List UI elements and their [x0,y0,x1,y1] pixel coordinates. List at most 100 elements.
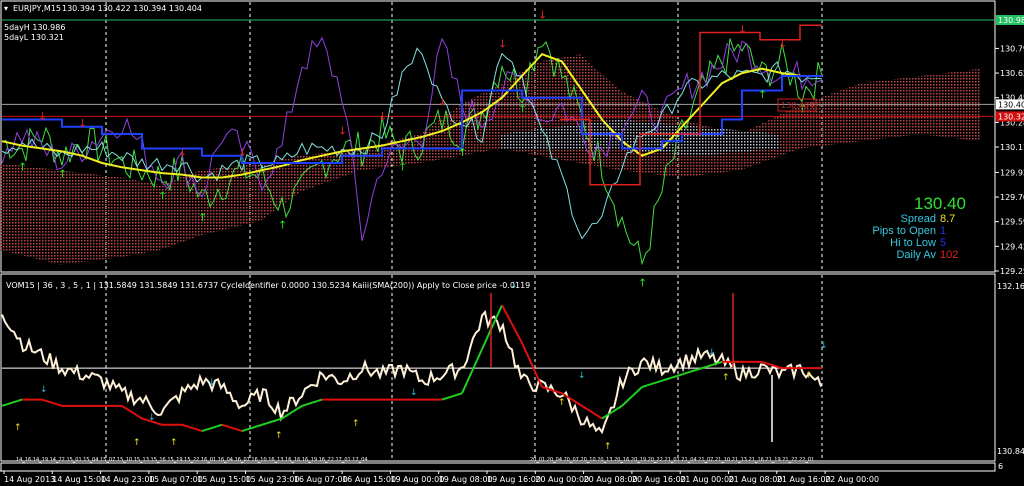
line-cycle-identifier [616,405,623,410]
line-cycle-identifier [466,370,473,383]
sell-arrow-icon: ↓ [438,95,447,108]
info-row: Spread 8.7 [901,213,966,225]
ohlc-header: 130.394 130.422 130.394 130.404 [62,4,202,13]
line-cycle-identifier [451,393,458,398]
buy-arrow-icon: ↑ [18,160,27,173]
buy-arrow-icon: ↑ [58,168,67,181]
axis-label: 129.935 [1000,168,1024,177]
line-cycle-identifier [131,411,138,417]
line-cycle-identifier [191,426,198,431]
info-value: 5 [940,237,947,249]
line-cycle-identifier [456,392,463,396]
axis-label: 130.620 [1000,69,1024,78]
line-cycle-identifier [311,400,318,404]
line-cycle-identifier [56,403,63,407]
up-arrow-icon: ↑ [352,419,360,429]
bar-time-labels-2: 20_01 20_04 20_07 20_10 20_13 20_16 20_1… [530,457,814,463]
third-pane-label: 6 [998,462,1003,471]
time-label: 22 Aug 00:00 [825,475,879,484]
line-cycle-identifier [596,414,603,420]
buy-arrow-icon: ↑ [278,218,287,231]
line-cycle-identifier [521,342,528,355]
time-label: 14 Aug 15:00 [52,475,106,484]
line-cycle-identifier [591,411,598,417]
sell-arrow-icon: ↓ [338,124,347,137]
line-cycle-identifier [291,408,298,414]
line-cycle-identifier [156,422,163,426]
time-label: 19 Aug 08:00 [439,475,493,484]
sell-arrow-icon: ↓ [178,146,187,159]
line-cycle-identifier [641,384,648,388]
line-cycle-identifier [1,403,8,407]
line-cycle-identifier [661,378,668,382]
line-vom [1,309,822,435]
down-arrow-icon: ↓ [708,348,716,358]
symbol-header-arrow[interactable]: ▾ [4,4,8,13]
line-cycle-identifier [511,323,518,334]
down-arrow-icon: ↓ [820,341,828,351]
line-cycle-identifier [301,403,308,407]
time-label: 19 Aug 16:00 [487,475,541,484]
time-label: 15 Aug 07:00 [149,475,203,484]
info-label: Hi to Low [890,237,936,249]
down-arrow-icon: ↓ [208,378,216,388]
axis-label: 130.790 [1000,44,1024,53]
buy-arrow-icon: ↑ [398,160,407,173]
sell-arrow-icon: ↓ [778,37,787,50]
buy-arrow-icon: ↑ [158,189,167,202]
line-cycle-identifier [666,376,673,381]
ichimoku-cloud [0,54,980,265]
buy-arrow-icon: ↑ [758,88,767,101]
line-cycle-identifier [241,428,248,433]
price-marker-label: 130.321 [998,112,1024,121]
line-cycle-identifier [121,405,128,410]
sell-arrow-icon: ↓ [238,146,247,159]
line-cycle-identifier [196,428,203,433]
price-marker-label: 130.404 [998,100,1024,109]
line-cycle-identifier [41,398,48,403]
line-cycle-identifier [621,400,628,407]
line-cycle-identifier [766,362,773,366]
axis-label: 129.595 [1000,218,1024,227]
line-cycle-identifier [216,423,223,428]
bar-time-labels: 14_16 14_19 14_22 15_01 15_04 15_07 15_1… [16,457,368,463]
line-cycle-identifier [526,353,533,366]
line-cycle-identifier [46,400,53,404]
cloud-area [0,54,980,265]
chart-canvas[interactable]: ↑ ↓ ↑ ↓ ↑ ↓ ↑ ↓ ↑ ↓ ↓ ↑ ↓ ↑ ↓ ↑ ↓ ↑ ↓ ↑ ↓ ↑ 130.790 130.620 130… [0,0,1024,486]
line-cycle-identifier [581,405,588,410]
line-cycle-identifier [221,423,228,428]
line-cycle-identifier [446,395,453,399]
line-cycle-identifier [576,401,583,407]
line-cycle-identifier [656,379,663,384]
up-arrow-icon: ↑ [722,373,730,383]
axis-label: 130.110 [1000,143,1024,152]
line-cycle-identifier [611,408,618,414]
time-label: 19 Aug 00:00 [390,475,444,484]
time-label: 20 Aug 00:00 [535,475,589,484]
line-cycle-identifier [16,398,23,403]
line-cycle-identifier [141,417,148,421]
line-cycle-identifier [691,368,698,373]
axis-label: 129.425 [1000,242,1024,251]
buy-arrow-icon: ↑ [518,102,527,115]
info-value: 102 [940,249,959,261]
line-cycle-identifier [256,423,263,428]
price-box-label: 130.404 [781,101,814,110]
info-label: Spread [900,213,936,225]
line-cycle-identifier [181,423,188,428]
line-cycle-identifier [646,382,653,387]
line-cycle-identifier [631,390,638,398]
line-cycle-identifier [261,422,268,426]
time-label: 20 Aug 16:00 [632,475,686,484]
line-cycle-identifier [51,401,58,406]
time-label: 14 Aug 2013 [4,475,55,484]
up-arrow-icon: ↑ [805,371,813,381]
line-cycle-identifier [516,333,523,344]
line-cycle-identifier [626,395,633,402]
time-label: 16 Aug 15:00 [342,475,396,484]
line-cycle-identifier [681,371,688,376]
five-day-high: 5dayH 130.986 [4,23,65,32]
line-cycle-identifier [246,426,253,431]
indicator-axis-label: 132.1603 [997,282,1024,291]
